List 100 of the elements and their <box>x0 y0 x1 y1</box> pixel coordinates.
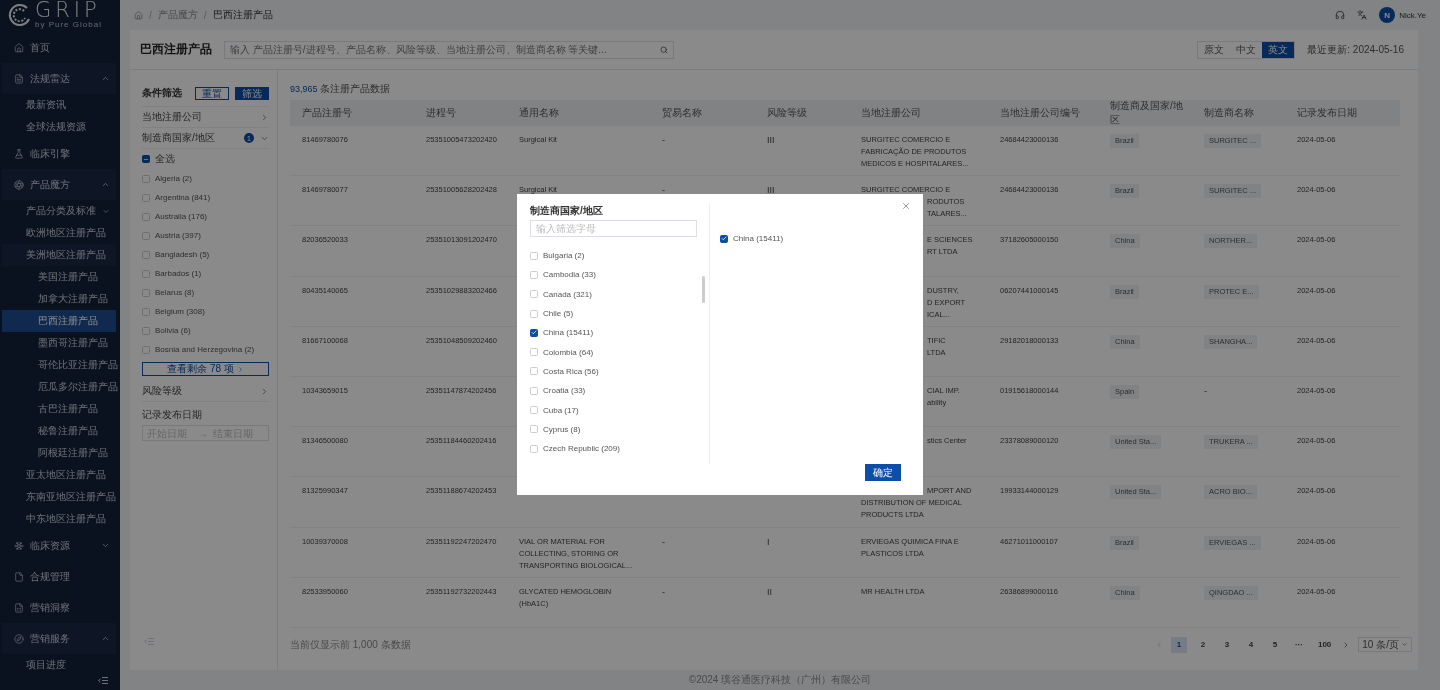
table-cell: - <box>1204 385 1207 396</box>
page-button[interactable]: ··· <box>1290 636 1307 653</box>
nav-item[interactable]: 法规雷达 <box>2 63 116 94</box>
page-button[interactable]: 100 <box>1314 636 1335 653</box>
nav-item[interactable]: 临床资源 <box>2 530 116 561</box>
nav-item[interactable]: 首页 <box>2 32 116 63</box>
translate-icon <box>1357 10 1368 20</box>
nav-item[interactable]: 哥伦比亚注册产品 <box>2 354 116 376</box>
checkbox-label: Costa Rica (56) <box>543 366 599 376</box>
chevron-right-icon <box>260 386 269 396</box>
nav-item[interactable]: 阿根廷注册产品 <box>2 442 116 464</box>
column-header: 当地注册公司 <box>849 100 988 126</box>
checkbox-label: 全选 <box>155 152 175 166</box>
breadcrumb-link[interactable]: 巴西注册产品 <box>212 8 273 22</box>
logo-tagline: by Pure Global <box>35 21 102 29</box>
checkbox-label: Belgium (308) <box>155 307 205 316</box>
page-size-select[interactable]: 10 条/页 <box>1358 637 1412 653</box>
nav-item[interactable]: 加拿大注册产品 <box>2 288 116 310</box>
breadcrumb-separator: / <box>149 9 152 21</box>
checkbox[interactable] <box>530 328 538 337</box>
nav-item[interactable]: 营销服务 <box>2 623 116 654</box>
nav-icon <box>14 148 24 159</box>
nav-item[interactable]: 厄瓜多尔注册产品 <box>2 376 116 398</box>
logo-title: GRIP <box>35 0 102 21</box>
page-button[interactable]: 3 <box>1218 636 1235 653</box>
nav-item[interactable]: 合规管理 <box>2 561 116 592</box>
nav-item[interactable]: 秘鲁注册产品 <box>2 420 116 442</box>
collapse-sidebar-icon[interactable] <box>98 676 108 685</box>
nav-item[interactable]: 临床引擎 <box>2 138 116 169</box>
column-header: 当地注册公司编号 <box>988 100 1098 126</box>
confirm-button[interactable]: 确定 <box>865 464 901 481</box>
nav-icon <box>14 633 24 644</box>
last-updated: 最近更新: 2024-05-16 <box>1307 42 1404 57</box>
nav-item[interactable]: 巴西注册产品 <box>2 310 116 332</box>
column-header: 制造商名称 <box>1192 100 1285 126</box>
page-button[interactable]: 5 <box>1266 636 1283 653</box>
filter-search-field[interactable]: 输入筛选字母 <box>530 220 697 237</box>
filter-section-header[interactable]: 风险等级 <box>142 381 269 402</box>
user-avatar[interactable]: N <box>1379 7 1396 23</box>
chevron-right-icon <box>260 112 269 122</box>
nav-item[interactable]: 美国注册产品 <box>2 266 116 288</box>
nav-item[interactable]: 中东地区注册产品 <box>2 508 116 530</box>
column-header: 贸易名称 <box>650 100 755 126</box>
search-field[interactable]: 输入 产品注册号/进程号、产品名称、风险等级、当地注册公司、制造商名称 等关键... <box>224 40 674 59</box>
checkbox-label: Algeria (2) <box>155 174 192 183</box>
checkbox-label: Bangladesh (5) <box>155 250 210 259</box>
nav-item[interactable]: 古巴注册产品 <box>2 398 116 420</box>
nav-icon <box>14 73 24 84</box>
check-icon <box>721 235 727 242</box>
checkbox[interactable] <box>720 234 728 243</box>
user-name[interactable]: Nick.Ye <box>1399 10 1426 20</box>
show-more-button[interactable]: 查看剩余 78 项 <box>142 362 269 376</box>
checkbox-label: China (15411) <box>543 328 594 338</box>
table-cell: - <box>662 135 665 145</box>
column-header: 产品注册号 <box>290 100 414 126</box>
headset-icon <box>1335 10 1346 20</box>
page-button[interactable]: 1 <box>1170 636 1187 653</box>
language-tab[interactable]: 英文 <box>1262 41 1295 58</box>
nav-item[interactable]: 营销洞察 <box>2 592 116 623</box>
filter-section-header[interactable]: 当地注册公司 <box>142 107 269 128</box>
table-cell: III <box>767 135 775 145</box>
reset-button[interactable]: 重置 <box>195 86 229 100</box>
checkbox-label: Cambodia (33) <box>543 270 596 280</box>
table-cell: II <box>767 586 772 597</box>
nav-item[interactable]: 全球法规资源 <box>2 116 116 138</box>
nav-item[interactable]: 产品魔方 <box>2 169 116 200</box>
filter-button[interactable]: 筛选 <box>235 86 269 100</box>
checkbox-label: China (15411) <box>733 234 784 243</box>
table-cell: - <box>662 185 665 196</box>
chevron-up-icon <box>101 180 110 189</box>
checkbox[interactable] <box>142 155 150 163</box>
nav-icon <box>14 571 24 582</box>
checkbox-label: Colombia (64) <box>543 347 594 357</box>
close-button[interactable] <box>901 201 911 211</box>
breadcrumb-separator: / <box>203 9 207 21</box>
checkbox-label: Bosnia and Herzegovina (2) <box>155 345 255 354</box>
page-title: 巴西注册产品 <box>140 41 212 58</box>
nav-item[interactable]: 亚太地区注册产品 <box>2 464 116 486</box>
checkbox-label: Croatia (33) <box>543 386 586 396</box>
filter-label: 记录发布日期 <box>142 408 203 422</box>
table-cell: III <box>767 185 775 196</box>
checkbox-label: Belarus (8) <box>155 288 195 297</box>
logo-icon <box>8 2 32 27</box>
nav-item[interactable]: 美洲地区注册产品 <box>2 244 116 266</box>
checkbox-label: Chile (5) <box>543 309 574 319</box>
column-header: 风险等级 <box>755 100 849 126</box>
nav-item[interactable]: 欧洲地区注册产品 <box>2 222 116 244</box>
chevron-up-icon <box>101 634 110 643</box>
page-button[interactable]: 2 <box>1194 636 1211 653</box>
column-header: 制造商及国家/地区 <box>1098 100 1192 126</box>
scrollbar-thumb[interactable] <box>702 276 705 303</box>
table-cell: I <box>767 536 770 547</box>
nav-item[interactable]: 项目进度 <box>2 654 116 676</box>
nav-item[interactable]: 最新资讯 <box>2 94 116 116</box>
page-button[interactable]: 4 <box>1242 636 1259 653</box>
collapse-panel-icon[interactable] <box>144 637 154 646</box>
chevron-down-icon <box>101 541 110 550</box>
nav-item[interactable]: 东南亚地区注册产品 <box>2 486 116 508</box>
nav-item[interactable]: 产品分类及标准 <box>2 200 116 222</box>
nav-item[interactable]: 墨西哥注册产品 <box>2 332 116 354</box>
